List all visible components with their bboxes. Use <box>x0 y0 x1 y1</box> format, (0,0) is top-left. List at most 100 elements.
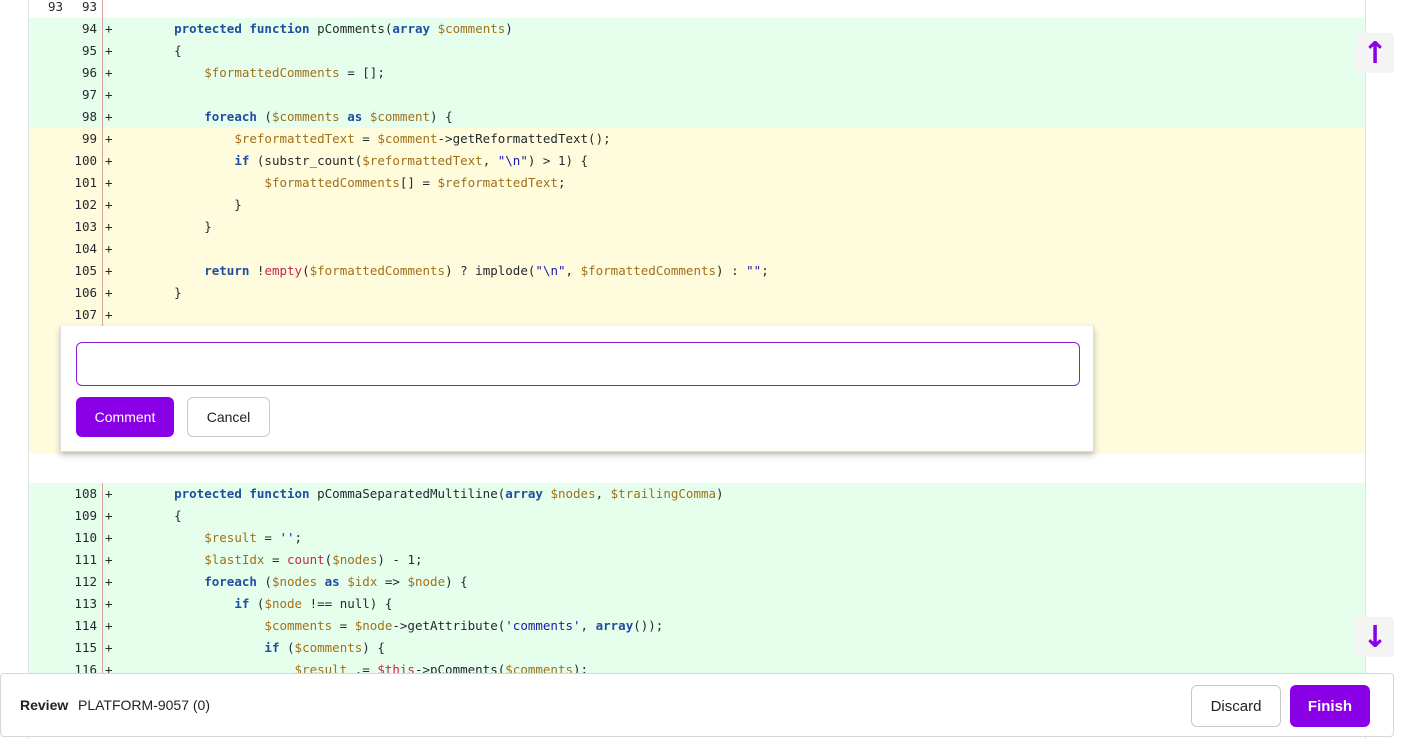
line-number: 115 <box>74 640 97 655</box>
diff-line: 103 + } <box>29 216 1365 238</box>
line-number: 104 <box>74 241 97 256</box>
code-text: } <box>144 197 242 212</box>
line-number: 102 <box>74 197 97 212</box>
cancel-button[interactable]: Cancel <box>187 397 270 437</box>
line-number: 96 <box>81 65 97 80</box>
line-number: 114 <box>74 618 97 633</box>
gutter-divider <box>102 150 103 172</box>
line-number: 101 <box>74 175 97 190</box>
gutter-divider <box>102 62 103 84</box>
diff-marker: + <box>105 285 113 300</box>
diff-marker: + <box>105 87 113 102</box>
gutter-divider <box>102 106 103 128</box>
line-number: 100 <box>74 153 97 168</box>
code-text: $reformattedText = $comment->getReformat… <box>234 131 611 146</box>
gutter-divider <box>102 304 103 326</box>
line-number: 107 <box>74 307 97 322</box>
diff-marker: + <box>105 153 113 168</box>
gutter-divider <box>102 527 103 549</box>
code-text: } <box>144 285 182 300</box>
code-text: { <box>144 508 182 523</box>
diff-line: 110 + $result = ''; <box>29 527 1365 549</box>
line-number: 103 <box>74 219 97 234</box>
new-line-number: 93 <box>81 0 97 14</box>
diff-marker: + <box>105 618 113 633</box>
diff-marker: + <box>105 486 113 501</box>
diff-line: 108 + protected function pCommaSeparatedM… <box>29 483 1365 505</box>
gutter-divider <box>102 571 103 593</box>
code-text: foreach ($comments as $comment) { <box>204 109 453 124</box>
gutter-divider <box>102 549 103 571</box>
diff-marker: + <box>105 219 113 234</box>
line-number: 113 <box>74 596 97 611</box>
code-text: if ($node !== null) { <box>234 596 393 611</box>
line-number: 109 <box>74 508 97 523</box>
gutter-divider <box>102 615 103 637</box>
diff-marker: + <box>105 574 113 589</box>
scroll-up-button[interactable]: ↑ <box>1356 33 1394 73</box>
line-number: 99 <box>81 131 97 146</box>
code-text: protected function pComments(array $comm… <box>174 21 513 36</box>
line-number: 110 <box>74 530 97 545</box>
diff-marker: + <box>105 197 113 212</box>
gutter-divider <box>102 593 103 615</box>
diff-line: 107 + <box>29 304 1365 326</box>
diff-line: 113 + if ($node !== null) { <box>29 593 1365 615</box>
diff-line: 114 + $comments = $node->getAttribute('co… <box>29 615 1365 637</box>
diff-context-row: 93 93 <box>29 0 1365 18</box>
line-number: 111 <box>74 552 97 567</box>
comment-input[interactable] <box>76 342 1080 386</box>
gutter-divider <box>102 216 103 238</box>
diff-line: 100 + if (substr_count($reformattedText, … <box>29 150 1365 172</box>
code-text: protected function pCommaSeparatedMultil… <box>174 486 724 501</box>
diff-line: 102 + } <box>29 194 1365 216</box>
diff-line: 109 + { <box>29 505 1365 527</box>
line-number: 105 <box>74 263 97 278</box>
diff-marker: + <box>105 175 113 190</box>
discard-button[interactable]: Discard <box>1191 685 1281 727</box>
gutter-divider <box>102 282 103 304</box>
diff-line: 105 + return !empty($formattedComments) ?… <box>29 260 1365 282</box>
code-text: foreach ($nodes as $idx => $node) { <box>204 574 468 589</box>
line-number: 106 <box>74 285 97 300</box>
comment-button[interactable]: Comment <box>76 397 174 437</box>
line-number: 112 <box>74 574 97 589</box>
scroll-down-button[interactable]: ↓ <box>1356 617 1394 657</box>
hunk-gap <box>29 454 1365 484</box>
gutter-divider <box>102 172 103 194</box>
gutter-divider <box>102 84 103 106</box>
diff-line: 98 + foreach ($comments as $comment) { <box>29 106 1365 128</box>
diff-line: 101 + $formattedComments[] = $reformatted… <box>29 172 1365 194</box>
line-number: 108 <box>74 486 97 501</box>
diff-marker: + <box>105 530 113 545</box>
diff-line: 111 + $lastIdx = count($nodes) - 1; <box>29 549 1365 571</box>
code-text: return !empty($formattedComments) ? impl… <box>204 263 769 278</box>
gutter-divider <box>102 0 103 18</box>
diff-line: 95 + { <box>29 40 1365 62</box>
diff-line: 96 + $formattedComments = []; <box>29 62 1365 84</box>
comment-form: Comment Cancel <box>60 326 1094 452</box>
gutter-divider <box>102 128 103 150</box>
code-text: $lastIdx = count($nodes) - 1; <box>204 552 423 567</box>
code-text: { <box>144 43 182 58</box>
code-text: $formattedComments = []; <box>204 65 385 80</box>
diff-line: 94 + protected function pComments(array $… <box>29 18 1365 40</box>
finish-button[interactable]: Finish <box>1290 685 1370 727</box>
line-number: 97 <box>81 87 97 102</box>
arrow-down-icon: ↓ <box>1362 619 1388 655</box>
diff-marker: + <box>105 131 113 146</box>
gutter-divider <box>102 505 103 527</box>
code-text: } <box>144 219 212 234</box>
code-text: $comments = $node->getAttribute('comment… <box>264 618 664 633</box>
line-number: 98 <box>81 109 97 124</box>
diff-marker: + <box>105 241 113 256</box>
diff-marker: + <box>105 263 113 278</box>
gutter-divider <box>102 238 103 260</box>
line-number: 94 <box>81 21 97 36</box>
diff-marker: + <box>105 65 113 80</box>
gutter-divider <box>102 637 103 659</box>
code-text: if ($comments) { <box>264 640 385 655</box>
review-bar: Review PLATFORM-9057 (0) Discard Finish <box>0 673 1394 737</box>
diff-line: 99 + $reformattedText = $comment->getRefo… <box>29 128 1365 150</box>
gutter-divider <box>102 194 103 216</box>
